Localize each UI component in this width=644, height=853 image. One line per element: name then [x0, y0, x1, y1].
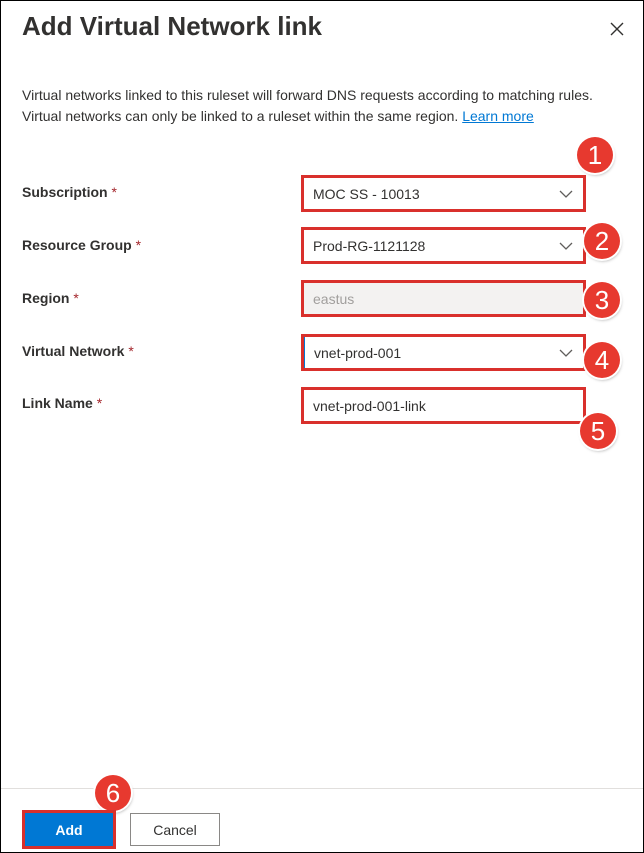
required-marker: * [111, 184, 117, 200]
page-title: Add Virtual Network link [22, 11, 323, 41]
virtual-network-label-text: Virtual Network [22, 343, 125, 359]
resource-group-label-text: Resource Group [22, 237, 132, 253]
required-marker: * [96, 395, 103, 411]
subscription-label-text: Subscription [22, 184, 108, 200]
resource-group-value: Prod-RG-1121128 [313, 237, 426, 254]
region-field: eastus [301, 280, 586, 317]
region-value: eastus [313, 290, 355, 307]
chevron-down-icon [559, 349, 573, 357]
virtual-network-dropdown[interactable]: vnet-prod-001 [301, 334, 586, 371]
subscription-value: MOC SS - 10013 [313, 185, 420, 202]
callout-badge-5: 5 [580, 413, 616, 449]
required-marker: * [128, 343, 134, 359]
learn-more-link[interactable]: Learn more [462, 108, 534, 124]
link-name-label: Link Name * [22, 395, 102, 411]
callout-badge-6: 6 [95, 775, 131, 811]
resource-group-label: Resource Group * [22, 237, 141, 253]
required-marker: * [135, 237, 142, 253]
callout-badge-4: 4 [584, 342, 620, 378]
link-name-label-text: Link Name [22, 395, 93, 411]
description: Virtual networks linked to this ruleset … [22, 85, 626, 127]
resource-group-dropdown[interactable]: Prod-RG-1121128 [301, 227, 586, 264]
subscription-dropdown[interactable]: MOC SS - 10013 [301, 175, 586, 212]
callout-badge-2: 2 [584, 223, 620, 259]
cancel-button[interactable]: Cancel [130, 813, 220, 846]
close-icon [610, 22, 624, 36]
add-vnet-link-panel: Add Virtual Network link Virtual network… [0, 0, 644, 853]
required-marker: * [73, 290, 79, 306]
link-name-value: vnet-prod-001-link [313, 397, 426, 414]
callout-badge-3: 3 [584, 282, 620, 318]
close-button[interactable] [599, 13, 635, 45]
virtual-network-label: Virtual Network * [22, 343, 134, 359]
subscription-label: Subscription * [22, 184, 117, 200]
region-label-text: Region [22, 290, 70, 306]
callout-badge-1: 1 [577, 137, 613, 173]
add-button[interactable]: Add [22, 810, 116, 849]
region-label: Region * [22, 290, 79, 306]
virtual-network-value: vnet-prod-001 [314, 344, 402, 361]
chevron-down-icon [559, 242, 573, 250]
chevron-down-icon [559, 190, 573, 198]
link-name-input[interactable]: vnet-prod-001-link [301, 387, 586, 424]
